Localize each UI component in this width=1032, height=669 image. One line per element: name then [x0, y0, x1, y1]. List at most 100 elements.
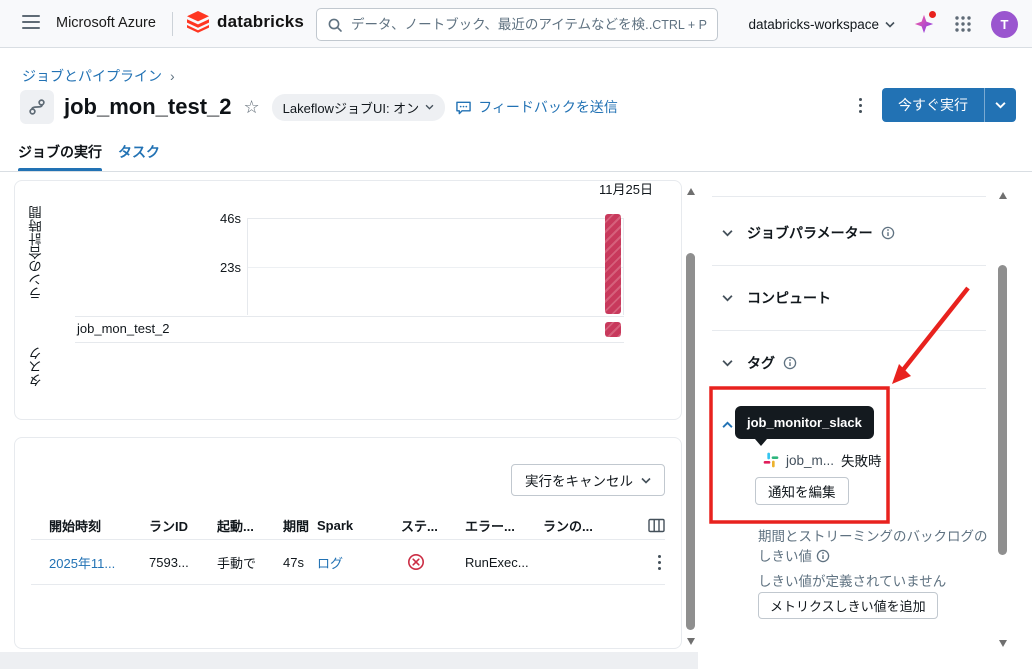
chevron-down-icon — [885, 21, 895, 28]
duration-bar-47s[interactable] — [605, 214, 621, 314]
columns-settings-icon[interactable] — [648, 518, 665, 533]
breadcrumb-separator: › — [170, 68, 175, 84]
runs-table-card: 実行をキャンセル 開始時刻 ランID 起動... 期間 Spark ステ... … — [14, 437, 682, 649]
main-scrollbar[interactable] — [684, 182, 698, 652]
workspace-selector[interactable]: databricks-workspace — [748, 17, 895, 32]
info-icon — [881, 226, 895, 240]
databricks-logo-icon — [186, 10, 210, 34]
favorite-star-icon[interactable]: ☆ — [244, 97, 260, 118]
hamburger-menu-icon[interactable] — [22, 15, 40, 31]
run-duration-chart-card: ランの合計時間 タスク 46s 23s 11月25日 job_mon_test_… — [14, 180, 682, 420]
spark-logs-link[interactable]: ログ — [317, 553, 401, 572]
failed-status-icon — [407, 553, 425, 571]
edit-notifications-label: 通知を編集 — [768, 481, 836, 501]
task-row-label[interactable]: job_mon_test_2 — [77, 321, 170, 336]
col-start-time[interactable]: 開始時刻 — [49, 516, 149, 535]
panel-divider — [712, 388, 986, 389]
section-label: ジョブパラメーター — [747, 223, 873, 243]
workspace-name: databricks-workspace — [748, 17, 879, 32]
table-row[interactable]: 2025年11... 7593... 手動で 47s ログ RunExec... — [49, 540, 665, 584]
cancel-runs-button[interactable]: 実行をキャンセル — [511, 464, 665, 496]
col-status[interactable]: ステ... — [401, 516, 465, 535]
chart-y-axis-label: ランの合計時間 — [27, 195, 47, 311]
section-job-parameters[interactable]: ジョブパラメーター — [710, 218, 988, 248]
lakeflow-ui-toggle[interactable]: LakeflowジョブUI: オン — [272, 94, 446, 121]
notification-destination-row[interactable]: job_m... 失敗時 — [763, 450, 882, 470]
notification-tooltip: job_monitor_slack — [735, 406, 874, 439]
thresholds-title: 期間とストリーミングのバックログのしきい値 — [758, 527, 1000, 567]
task-row-bottom-border — [75, 342, 624, 343]
scrollbar-thumb[interactable] — [686, 253, 695, 630]
table-divider — [31, 584, 665, 585]
col-run-params[interactable]: ランの... — [543, 516, 633, 535]
chevron-up-icon — [722, 421, 733, 429]
tab-job-runs[interactable]: ジョブの実行 — [18, 142, 102, 162]
panel-scrollbar[interactable] — [996, 182, 1010, 658]
run-now-split-button: 今すぐ実行 — [882, 88, 1016, 122]
user-avatar[interactable]: T — [991, 11, 1018, 38]
info-icon — [816, 549, 830, 563]
run-duration-cell: 47s — [283, 555, 317, 570]
gridline-23s — [247, 267, 624, 268]
run-start-time-link[interactable]: 2025年11... — [49, 553, 149, 572]
thresholds-title-text: 期間とストリーミングのバックログのしきい値 — [758, 529, 988, 564]
info-icon — [783, 356, 797, 370]
scrollbar-thumb[interactable] — [998, 265, 1007, 555]
row-overflow-menu[interactable] — [654, 551, 665, 574]
scroll-down-arrow[interactable] — [999, 640, 1007, 647]
col-error[interactable]: エラー... — [465, 516, 543, 535]
job-type-icon-box — [20, 90, 54, 124]
panel-divider — [712, 196, 986, 197]
send-feedback-link[interactable]: フィードバックを送信 — [455, 97, 618, 117]
slack-icon — [763, 452, 779, 468]
databricks-logo[interactable]: databricks — [186, 10, 304, 34]
chevron-down-icon — [425, 104, 434, 110]
runs-table-header: 開始時刻 ランID 起動... 期間 Spark ステ... エラー... ラン… — [49, 511, 665, 539]
feedback-bubble-icon — [455, 100, 472, 115]
app-switcher-grid-icon[interactable] — [953, 14, 973, 34]
notification-destination-name: job_m... — [786, 453, 834, 468]
topbar-divider — [172, 12, 173, 36]
run-now-dropdown[interactable] — [984, 88, 1016, 122]
run-launched-cell: 手動で — [217, 553, 283, 572]
databricks-wordmark: databricks — [217, 12, 304, 32]
add-metric-threshold-button[interactable]: メトリクスしきい値を追加 — [758, 592, 938, 619]
panel-divider — [712, 330, 986, 331]
page-title: job_mon_test_2 — [64, 94, 232, 120]
scroll-down-arrow[interactable] — [687, 638, 695, 645]
add-metric-threshold-label: メトリクスしきい値を追加 — [770, 596, 926, 615]
search-input[interactable] — [351, 17, 652, 32]
col-spark[interactable]: Spark — [317, 518, 401, 533]
azure-brand-label: Microsoft Azure — [56, 15, 156, 31]
col-duration[interactable]: 期間 — [283, 516, 317, 535]
chevron-down-icon — [722, 359, 733, 367]
edit-notifications-button[interactable]: 通知を編集 — [755, 477, 849, 505]
job-overflow-menu[interactable] — [855, 94, 866, 117]
task-run-bar[interactable] — [605, 322, 621, 337]
databricks-jobs-page: Microsoft Azure databricks CTRL + P data… — [0, 0, 1032, 669]
tab-tasks[interactable]: タスク — [118, 142, 160, 162]
global-search[interactable]: CTRL + P — [316, 8, 718, 41]
col-run-id[interactable]: ランID — [149, 516, 217, 535]
y-tick-46s: 46s — [191, 211, 241, 226]
run-now-button[interactable]: 今すぐ実行 — [882, 88, 984, 122]
col-launched[interactable]: 起動... — [217, 516, 283, 535]
chart-tasks-section-label: タスク — [27, 343, 47, 391]
section-notifications-collapse[interactable] — [722, 416, 733, 432]
breadcrumb: ジョブとパイプライン › — [22, 66, 175, 86]
breadcrumb-jobs-link[interactable]: ジョブとパイプライン — [22, 66, 162, 86]
plot-right-border — [623, 218, 624, 315]
section-tags[interactable]: タグ — [710, 348, 988, 378]
assistant-button[interactable] — [913, 13, 935, 35]
task-row-top-border — [75, 316, 624, 317]
bottom-strip — [0, 652, 698, 669]
section-label: タグ — [747, 353, 775, 373]
panel-divider — [712, 265, 986, 266]
scroll-up-arrow[interactable] — [999, 192, 1007, 199]
workflow-icon — [28, 98, 46, 116]
section-compute[interactable]: コンピュート — [710, 283, 988, 313]
chevron-down-icon — [722, 294, 733, 302]
lakeflow-badge-label: LakeflowジョブUI: オン — [283, 98, 420, 117]
cancel-runs-label: 実行をキャンセル — [525, 470, 633, 490]
scroll-up-arrow[interactable] — [687, 188, 695, 195]
